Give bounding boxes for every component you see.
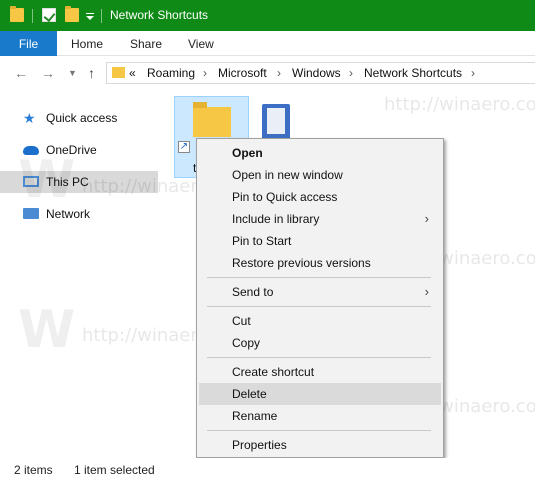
new-folder-icon[interactable]	[65, 6, 79, 22]
breadcrumb-microsoft[interactable]: Microsoft	[218, 66, 267, 80]
menu-item-cut[interactable]: Cut	[199, 310, 441, 332]
customize-toolbar-icon[interactable]	[86, 13, 94, 20]
menu-item-label: Rename	[232, 409, 278, 423]
breadcrumb-network-shortcuts[interactable]: Network Shortcuts	[364, 66, 462, 80]
sidebar-item-label: Network	[46, 207, 91, 221]
menu-item-label: Cut	[232, 314, 251, 328]
recent-locations-chevron-icon[interactable]: ▼	[68, 68, 77, 78]
menu-item-label: Create shortcut	[232, 365, 315, 379]
sidebar-item-network[interactable]: Network	[0, 203, 158, 225]
notebook-icon[interactable]	[262, 104, 290, 140]
folder-icon[interactable]	[10, 6, 24, 22]
sidebar-item-onedrive[interactable]: OneDrive	[0, 139, 158, 161]
menu-item-pin-to-start[interactable]: Pin to Start	[199, 230, 441, 252]
star-icon: ★	[23, 110, 36, 126]
menu-item-open[interactable]: Open	[199, 142, 441, 164]
menu-item-label: Restore previous versions	[232, 256, 371, 270]
tab-share[interactable]: Share	[130, 37, 162, 51]
folder-icon	[112, 67, 125, 78]
selection-status: 1 item selected	[74, 463, 155, 477]
menu-separator	[207, 357, 431, 358]
menu-item-label: Open in new window	[232, 168, 343, 182]
menu-separator	[207, 306, 431, 307]
window-title: Network Shortcuts	[110, 8, 209, 22]
menu-item-label: Send to	[232, 285, 274, 299]
navigation-bar: ← → ▼ ↑ « Roaming › Microsoft › Windows …	[0, 56, 535, 90]
breadcrumb-roaming[interactable]: Roaming	[147, 66, 195, 80]
menu-item-label: Pin to Quick access	[232, 190, 338, 204]
breadcrumb-chevron-icon[interactable]: ›	[203, 66, 207, 80]
menu-item-label: Include in library	[232, 212, 320, 226]
menu-item-label: Pin to Start	[232, 234, 292, 248]
submenu-chevron-icon: ›	[424, 211, 429, 226]
sidebar-item-label: This PC	[46, 175, 89, 189]
network-icon	[23, 208, 39, 219]
breadcrumb-windows[interactable]: Windows	[292, 66, 341, 80]
properties-icon[interactable]	[42, 8, 56, 22]
tab-view[interactable]: View	[188, 37, 214, 51]
item-count: 2 items	[14, 463, 53, 477]
title-bar: Network Shortcuts	[0, 0, 535, 31]
menu-item-label: Delete	[232, 387, 267, 401]
context-menu: Open Open in new window Pin to Quick acc…	[196, 138, 444, 458]
menu-item-send-to[interactable]: Send to ›	[199, 281, 441, 303]
submenu-chevron-icon: ›	[424, 284, 429, 299]
divider	[101, 9, 102, 23]
breadcrumb-chevron-icon[interactable]: ›	[277, 66, 281, 80]
menu-item-delete[interactable]: Delete	[199, 383, 441, 405]
menu-item-label: Open	[232, 146, 263, 160]
menu-item-copy[interactable]: Copy	[199, 332, 441, 354]
back-arrow-icon[interactable]: ←	[14, 65, 28, 81]
status-bar: 2 items 1 item selected	[0, 458, 535, 482]
sidebar-item-quick-access[interactable]: ★ Quick access	[0, 107, 158, 129]
menu-item-pin-quick-access[interactable]: Pin to Quick access	[199, 186, 441, 208]
menu-item-label: Properties	[232, 438, 287, 452]
menu-item-create-shortcut[interactable]: Create shortcut	[199, 361, 441, 383]
cloud-icon	[23, 146, 39, 155]
sidebar-item-label: OneDrive	[46, 143, 97, 157]
breadcrumb-chevron-icon[interactable]: ›	[349, 66, 353, 80]
menu-item-rename[interactable]: Rename	[199, 405, 441, 427]
folder-icon	[193, 102, 231, 137]
address-bar[interactable]: « Roaming › Microsoft › Windows › Networ…	[106, 62, 535, 84]
up-arrow-icon[interactable]: ↑	[88, 65, 95, 81]
menu-item-open-new-window[interactable]: Open in new window	[199, 164, 441, 186]
menu-item-include-in-library[interactable]: Include in library ›	[199, 208, 441, 230]
menu-item-restore-previous-versions[interactable]: Restore previous versions	[199, 252, 441, 274]
watermark-text: http://winaero.com	[384, 94, 535, 115]
computer-icon	[23, 176, 39, 187]
menu-item-properties[interactable]: Properties	[199, 434, 441, 456]
breadcrumb-overflow[interactable]: «	[129, 66, 136, 80]
tab-home[interactable]: Home	[71, 37, 103, 51]
navigation-pane: ★ Quick access OneDrive This PC Network	[0, 90, 158, 450]
shortcut-arrow-icon: ↗	[178, 141, 190, 153]
menu-separator	[207, 430, 431, 431]
divider	[32, 9, 33, 23]
sidebar-item-label: Quick access	[46, 111, 118, 125]
tab-file[interactable]: File	[0, 31, 57, 56]
breadcrumb-chevron-icon[interactable]: ›	[471, 66, 475, 80]
sidebar-item-this-pc[interactable]: This PC	[0, 171, 158, 193]
ribbon-tabs: File Home Share View	[0, 31, 535, 56]
menu-separator	[207, 277, 431, 278]
menu-item-label: Copy	[232, 336, 261, 350]
forward-arrow-icon[interactable]: →	[41, 65, 55, 81]
